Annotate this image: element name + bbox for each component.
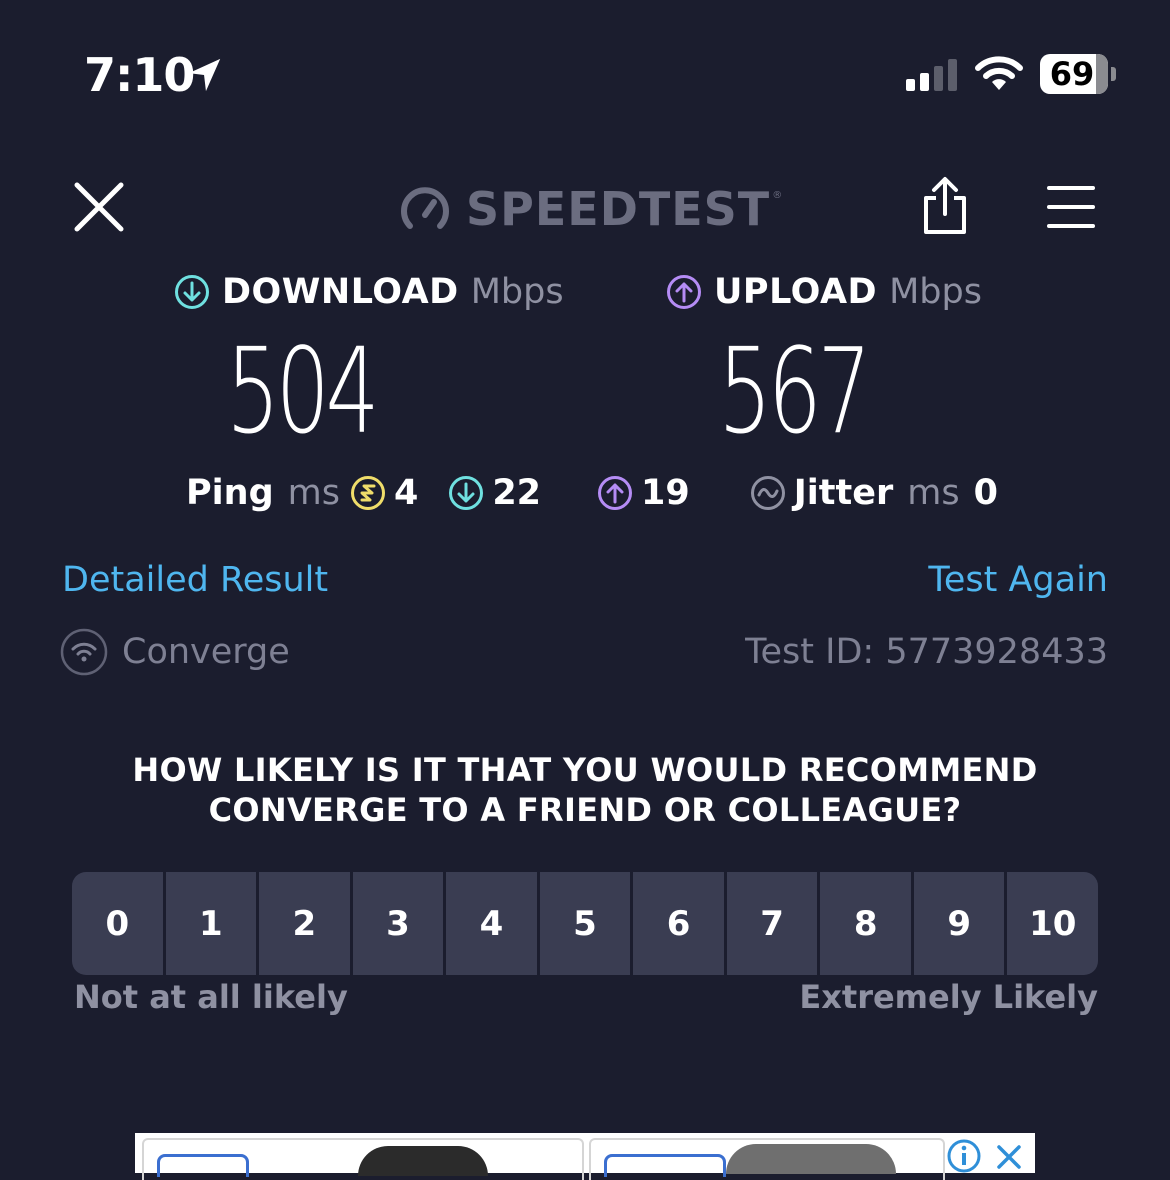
brand-trademark: ® (772, 190, 783, 201)
detailed-result-link[interactable]: Detailed Result (62, 558, 328, 602)
scale-high-label: Extremely Likely (799, 978, 1098, 1016)
wifi-icon (975, 56, 1023, 90)
upload-header: UPLOAD Mbps (666, 268, 982, 316)
jitter-icon (750, 476, 785, 510)
speedometer-icon (401, 187, 449, 229)
ping-download-value: 22 (492, 473, 542, 513)
download-unit: Mbps (470, 272, 564, 312)
download-header: DOWNLOAD Mbps (174, 268, 564, 316)
brand-name: SPEEDTEST (466, 182, 771, 236)
nps-option-3[interactable]: 3 (352, 872, 444, 975)
cellular-signal-icon (906, 59, 957, 91)
upload-label: UPLOAD (714, 272, 878, 312)
jitter-label: Jitter (793, 473, 894, 513)
ping-unit: ms (287, 473, 340, 513)
wifi-provider-icon (60, 628, 108, 676)
nps-option-5[interactable]: 5 (539, 872, 631, 975)
idle-latency-icon (350, 476, 385, 510)
nps-option-9[interactable]: 9 (913, 872, 1005, 975)
download-arrow-icon (175, 275, 209, 309)
nps-option-8[interactable]: 8 (820, 872, 911, 975)
ad-product-image (726, 1144, 896, 1174)
upload-unit: Mbps (889, 272, 982, 312)
jitter-unit: ms (907, 473, 960, 513)
ad-product-image (358, 1146, 488, 1176)
upload-latency-icon (598, 476, 633, 510)
share-icon[interactable] (918, 176, 972, 236)
upload-arrow-icon (667, 275, 701, 309)
ping-label: Ping (186, 473, 274, 513)
battery-level: 69 (1049, 55, 1095, 93)
download-speed-value: 504 (226, 322, 380, 460)
nps-scale: 0 1 2 3 4 5 6 7 8 9 10 (72, 872, 1098, 975)
nps-option-10[interactable]: 10 (1007, 872, 1098, 975)
provider-info: Converge (60, 628, 290, 676)
menu-icon[interactable] (1046, 184, 1096, 230)
download-latency-icon (449, 476, 484, 510)
ping-upload-value: 19 (641, 473, 690, 513)
close-icon[interactable] (72, 180, 126, 234)
ad-info-icon[interactable] (946, 1138, 982, 1174)
upload-speed-value: 567 (718, 322, 872, 460)
download-label: DOWNLOAD (222, 272, 459, 312)
status-time: 7:10 (84, 48, 195, 102)
test-id: Test ID: 5773928433 (745, 632, 1108, 672)
speedtest-logo: SPEEDTEST ® (398, 182, 782, 236)
nps-option-6[interactable]: 6 (633, 872, 724, 975)
battery-nub (1111, 67, 1116, 81)
scale-low-label: Not at all likely (74, 978, 348, 1016)
latency-row: Ping ms 4 22 19 Jitter ms 0 (186, 470, 998, 516)
nps-option-7[interactable]: 7 (726, 872, 818, 975)
nps-option-1[interactable]: 1 (165, 872, 257, 975)
location-arrow-icon (188, 58, 221, 92)
ad-close-icon[interactable] (996, 1144, 1022, 1170)
nps-option-0[interactable]: 0 (72, 872, 163, 975)
test-again-link[interactable]: Test Again (928, 558, 1108, 602)
nps-option-4[interactable]: 4 (446, 872, 537, 975)
jitter-value: 0 (973, 473, 998, 513)
ping-idle-value: 4 (393, 473, 419, 513)
survey-question: HOW LIKELY IS IT THAT YOU WOULD RECOMMEN… (132, 751, 1038, 829)
provider-name: Converge (122, 632, 290, 672)
nps-option-2[interactable]: 2 (259, 872, 350, 975)
ad-badge (604, 1154, 726, 1177)
ad-badge (157, 1154, 249, 1177)
battery-icon: 69 (1040, 54, 1108, 94)
